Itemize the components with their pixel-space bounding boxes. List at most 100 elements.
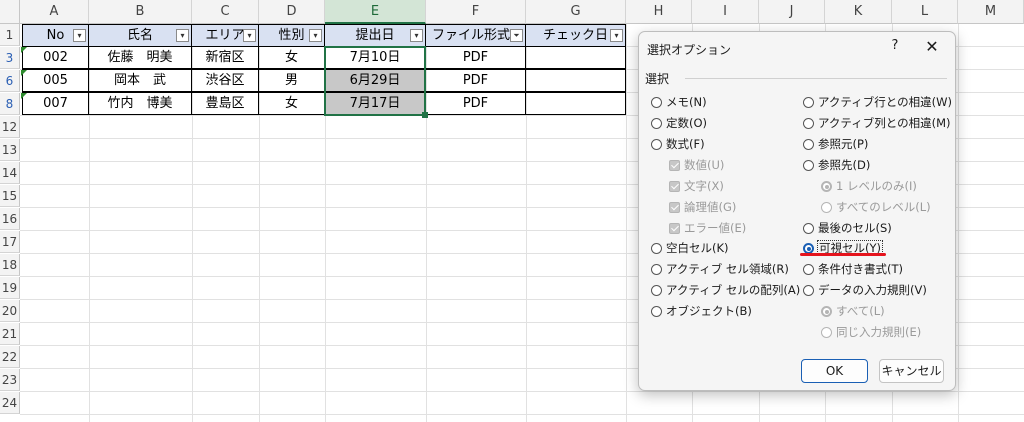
row-header-16[interactable]: 16 [0, 208, 20, 230]
checkbox-icon[interactable] [669, 181, 680, 192]
row-header-13[interactable]: 13 [0, 139, 20, 161]
radio-icon[interactable] [803, 118, 814, 129]
table-cell[interactable]: 佐藤 明美 [88, 46, 192, 69]
filter-dropdown-icon[interactable]: ▾ [73, 29, 86, 42]
close-icon[interactable]: ✕ [923, 37, 941, 56]
fill-handle[interactable] [422, 112, 428, 118]
radio-icon[interactable] [803, 223, 814, 234]
row-header-17[interactable]: 17 [0, 231, 20, 253]
select-all-corner[interactable] [0, 0, 20, 24]
column-header-e[interactable]: E [325, 0, 426, 24]
option-objects[interactable]: オブジェクト(B) [651, 302, 752, 320]
row-header-3[interactable]: 3 [0, 47, 20, 69]
filter-dropdown-icon[interactable]: ▾ [610, 29, 623, 42]
row-header-19[interactable]: 19 [0, 277, 20, 299]
checkbox-numbers[interactable]: 数値(U) [669, 156, 724, 174]
table-cell-date-selected[interactable]: 6月29日 [324, 69, 426, 92]
radio-icon[interactable] [651, 243, 662, 254]
option-direct-only[interactable]: 1 レベルのみ(I) [821, 177, 917, 195]
checkbox-text[interactable]: 文字(X) [669, 177, 724, 195]
radio-icon[interactable] [803, 97, 814, 108]
row-header-6[interactable]: 6 [0, 70, 20, 92]
option-data-validation[interactable]: データの入力規則(V) [803, 281, 927, 299]
checkbox-icon[interactable] [669, 202, 680, 213]
radio-icon[interactable] [821, 306, 832, 317]
row-header-1[interactable]: 1 [0, 24, 20, 46]
column-header-f[interactable]: F [426, 0, 526, 24]
radio-icon[interactable] [821, 327, 832, 338]
row-header-22[interactable]: 22 [0, 346, 20, 368]
option-column-differences[interactable]: アクティブ列との相違(M) [803, 114, 951, 132]
column-header-d[interactable]: D [259, 0, 325, 24]
checkbox-icon[interactable] [669, 223, 680, 234]
filter-dropdown-icon[interactable]: ▾ [176, 29, 189, 42]
table-cell[interactable]: 岡本 武 [88, 69, 192, 92]
table-cell[interactable]: 002 [22, 46, 89, 69]
column-header-c[interactable]: C [192, 0, 259, 24]
option-dependents[interactable]: 参照先(D) [803, 156, 870, 174]
table-cell[interactable]: 豊島区 [191, 92, 259, 115]
row-header-14[interactable]: 14 [0, 162, 20, 184]
option-conditional-formats[interactable]: 条件付き書式(T) [803, 260, 903, 278]
table-cell[interactable]: PDF [425, 46, 526, 69]
table-cell[interactable] [525, 46, 626, 69]
radio-icon[interactable] [803, 139, 814, 150]
table-cell[interactable]: 005 [22, 69, 89, 92]
column-header-l[interactable]: L [892, 0, 958, 24]
filter-dropdown-icon[interactable]: ▾ [309, 29, 322, 42]
filter-funnel-icon[interactable]: ⏷ [510, 29, 523, 42]
radio-icon[interactable] [821, 181, 832, 192]
option-formulas[interactable]: 数式(F) [651, 135, 705, 153]
option-last-cell[interactable]: 最後のセル(S) [803, 219, 892, 237]
table-cell[interactable] [525, 69, 626, 92]
table-cell[interactable]: 女 [258, 46, 325, 69]
radio-icon[interactable] [651, 118, 662, 129]
option-current-array[interactable]: アクティブ セルの配列(A) [651, 281, 800, 299]
option-constants[interactable]: 定数(O) [651, 114, 707, 132]
column-header-g[interactable]: G [526, 0, 626, 24]
row-header-15[interactable]: 15 [0, 185, 20, 207]
cancel-button[interactable]: キャンセル [879, 359, 944, 383]
radio-icon[interactable] [821, 202, 832, 213]
radio-icon[interactable] [651, 139, 662, 150]
radio-icon[interactable] [651, 264, 662, 275]
row-header-8[interactable]: 8 [0, 93, 20, 115]
option-current-region[interactable]: アクティブ セル領域(R) [651, 260, 789, 278]
table-cell[interactable]: 新宿区 [191, 46, 259, 69]
option-row-differences[interactable]: アクティブ行との相違(W) [803, 93, 952, 111]
column-header-b[interactable]: B [89, 0, 192, 24]
radio-icon[interactable] [803, 285, 814, 296]
checkbox-logicals[interactable]: 論理値(G) [669, 198, 736, 216]
column-header-k[interactable]: K [825, 0, 892, 24]
option-validation-same[interactable]: 同じ入力規則(E) [821, 323, 921, 341]
checkbox-icon[interactable] [669, 160, 680, 171]
option-precedents[interactable]: 参照元(P) [803, 135, 868, 153]
radio-icon[interactable] [651, 306, 662, 317]
filter-dropdown-icon[interactable]: ▾ [410, 29, 423, 42]
table-cell[interactable]: PDF [425, 69, 526, 92]
table-cell[interactable]: 男 [258, 69, 325, 92]
radio-icon[interactable] [803, 264, 814, 275]
radio-icon[interactable] [651, 97, 662, 108]
radio-icon[interactable] [651, 285, 662, 296]
row-header-20[interactable]: 20 [0, 300, 20, 322]
checkbox-errors[interactable]: エラー値(E) [669, 219, 746, 237]
column-header-i[interactable]: I [692, 0, 759, 24]
table-cell[interactable]: 竹内 博美 [88, 92, 192, 115]
ok-button[interactable]: OK [801, 359, 868, 383]
help-icon[interactable]: ? [887, 38, 903, 56]
table-cell[interactable] [525, 92, 626, 115]
column-header-m[interactable]: M [958, 0, 1024, 24]
option-validation-all[interactable]: すべて(L) [821, 302, 885, 320]
table-cell-date-selected[interactable]: 7月17日 [324, 92, 426, 115]
row-header-18[interactable]: 18 [0, 254, 20, 276]
option-comments[interactable]: メモ(N) [651, 93, 707, 111]
table-cell[interactable]: 女 [258, 92, 325, 115]
option-blanks[interactable]: 空白セル(K) [651, 239, 729, 257]
row-header-23[interactable]: 23 [0, 369, 20, 391]
row-header-24[interactable]: 24 [0, 392, 20, 414]
row-header-21[interactable]: 21 [0, 323, 20, 345]
table-cell[interactable]: 007 [22, 92, 89, 115]
column-header-h[interactable]: H [626, 0, 692, 24]
table-cell[interactable]: 渋谷区 [191, 69, 259, 92]
